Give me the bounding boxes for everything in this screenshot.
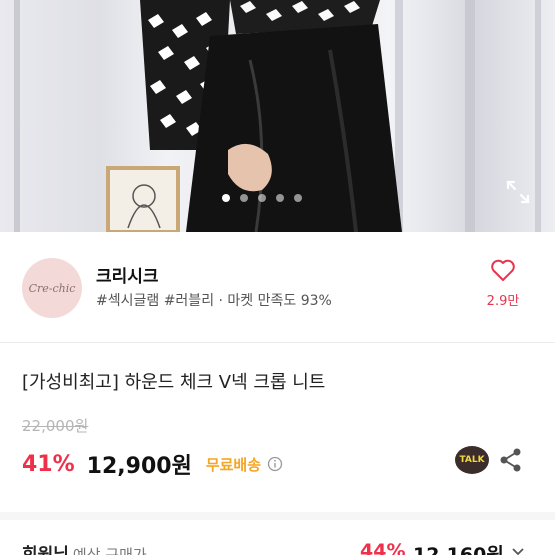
store-info: Cre-chic 크리시크 #섹시글램 #러블리 · 마켓 만족도 93% 2.… bbox=[0, 232, 555, 342]
gallery-pagination bbox=[222, 194, 302, 202]
member-price-row[interactable]: 회원님 예상 구매가 44% 12,160원 bbox=[0, 528, 555, 555]
member-label-main: 회원님 bbox=[22, 545, 69, 555]
gallery-dot[interactable] bbox=[258, 194, 266, 202]
product-title: [가성비최고] 하운드 체크 V넥 크롭 니트 bbox=[22, 372, 326, 393]
sale-price: 12,900원 bbox=[86, 454, 192, 479]
share-icon[interactable] bbox=[497, 446, 525, 474]
heart-outline-icon bbox=[491, 259, 515, 281]
section-divider bbox=[0, 342, 555, 343]
member-label-sub: 예상 구매가 bbox=[72, 546, 147, 555]
info-icon[interactable] bbox=[267, 456, 283, 472]
store-logo[interactable]: Cre-chic bbox=[22, 258, 82, 318]
discount-rate: 41% bbox=[22, 451, 75, 477]
product-image-gallery[interactable] bbox=[0, 0, 555, 232]
original-price: 22,000원 bbox=[22, 417, 89, 435]
gallery-dot[interactable] bbox=[294, 194, 302, 202]
store-tags: #섹시글램 #러블리 · 마켓 만족도 93% bbox=[96, 293, 332, 309]
talk-label: TALK bbox=[459, 455, 485, 465]
like-button[interactable]: 2.9만 bbox=[481, 258, 525, 309]
gallery-dot[interactable] bbox=[276, 194, 284, 202]
gallery-dot[interactable] bbox=[240, 194, 248, 202]
gallery-dot[interactable] bbox=[222, 194, 230, 202]
member-label: 회원님 예상 구매가 bbox=[22, 540, 147, 555]
free-shipping-badge[interactable]: 무료배송 bbox=[206, 454, 261, 475]
member-discount: 44% bbox=[360, 540, 406, 555]
price-row: 41% 12,900원 무료배송 bbox=[22, 448, 283, 480]
kakao-talk-button[interactable]: TALK bbox=[455, 446, 489, 474]
store-logo-text: Cre-chic bbox=[28, 281, 76, 295]
section-divider bbox=[0, 512, 555, 520]
like-count: 2.9만 bbox=[486, 294, 520, 309]
store-name[interactable]: 크리시크 bbox=[96, 262, 159, 287]
chevron-down-icon[interactable] bbox=[510, 544, 526, 555]
member-price: 12,160원 bbox=[413, 544, 504, 555]
expand-icon[interactable] bbox=[505, 179, 531, 205]
